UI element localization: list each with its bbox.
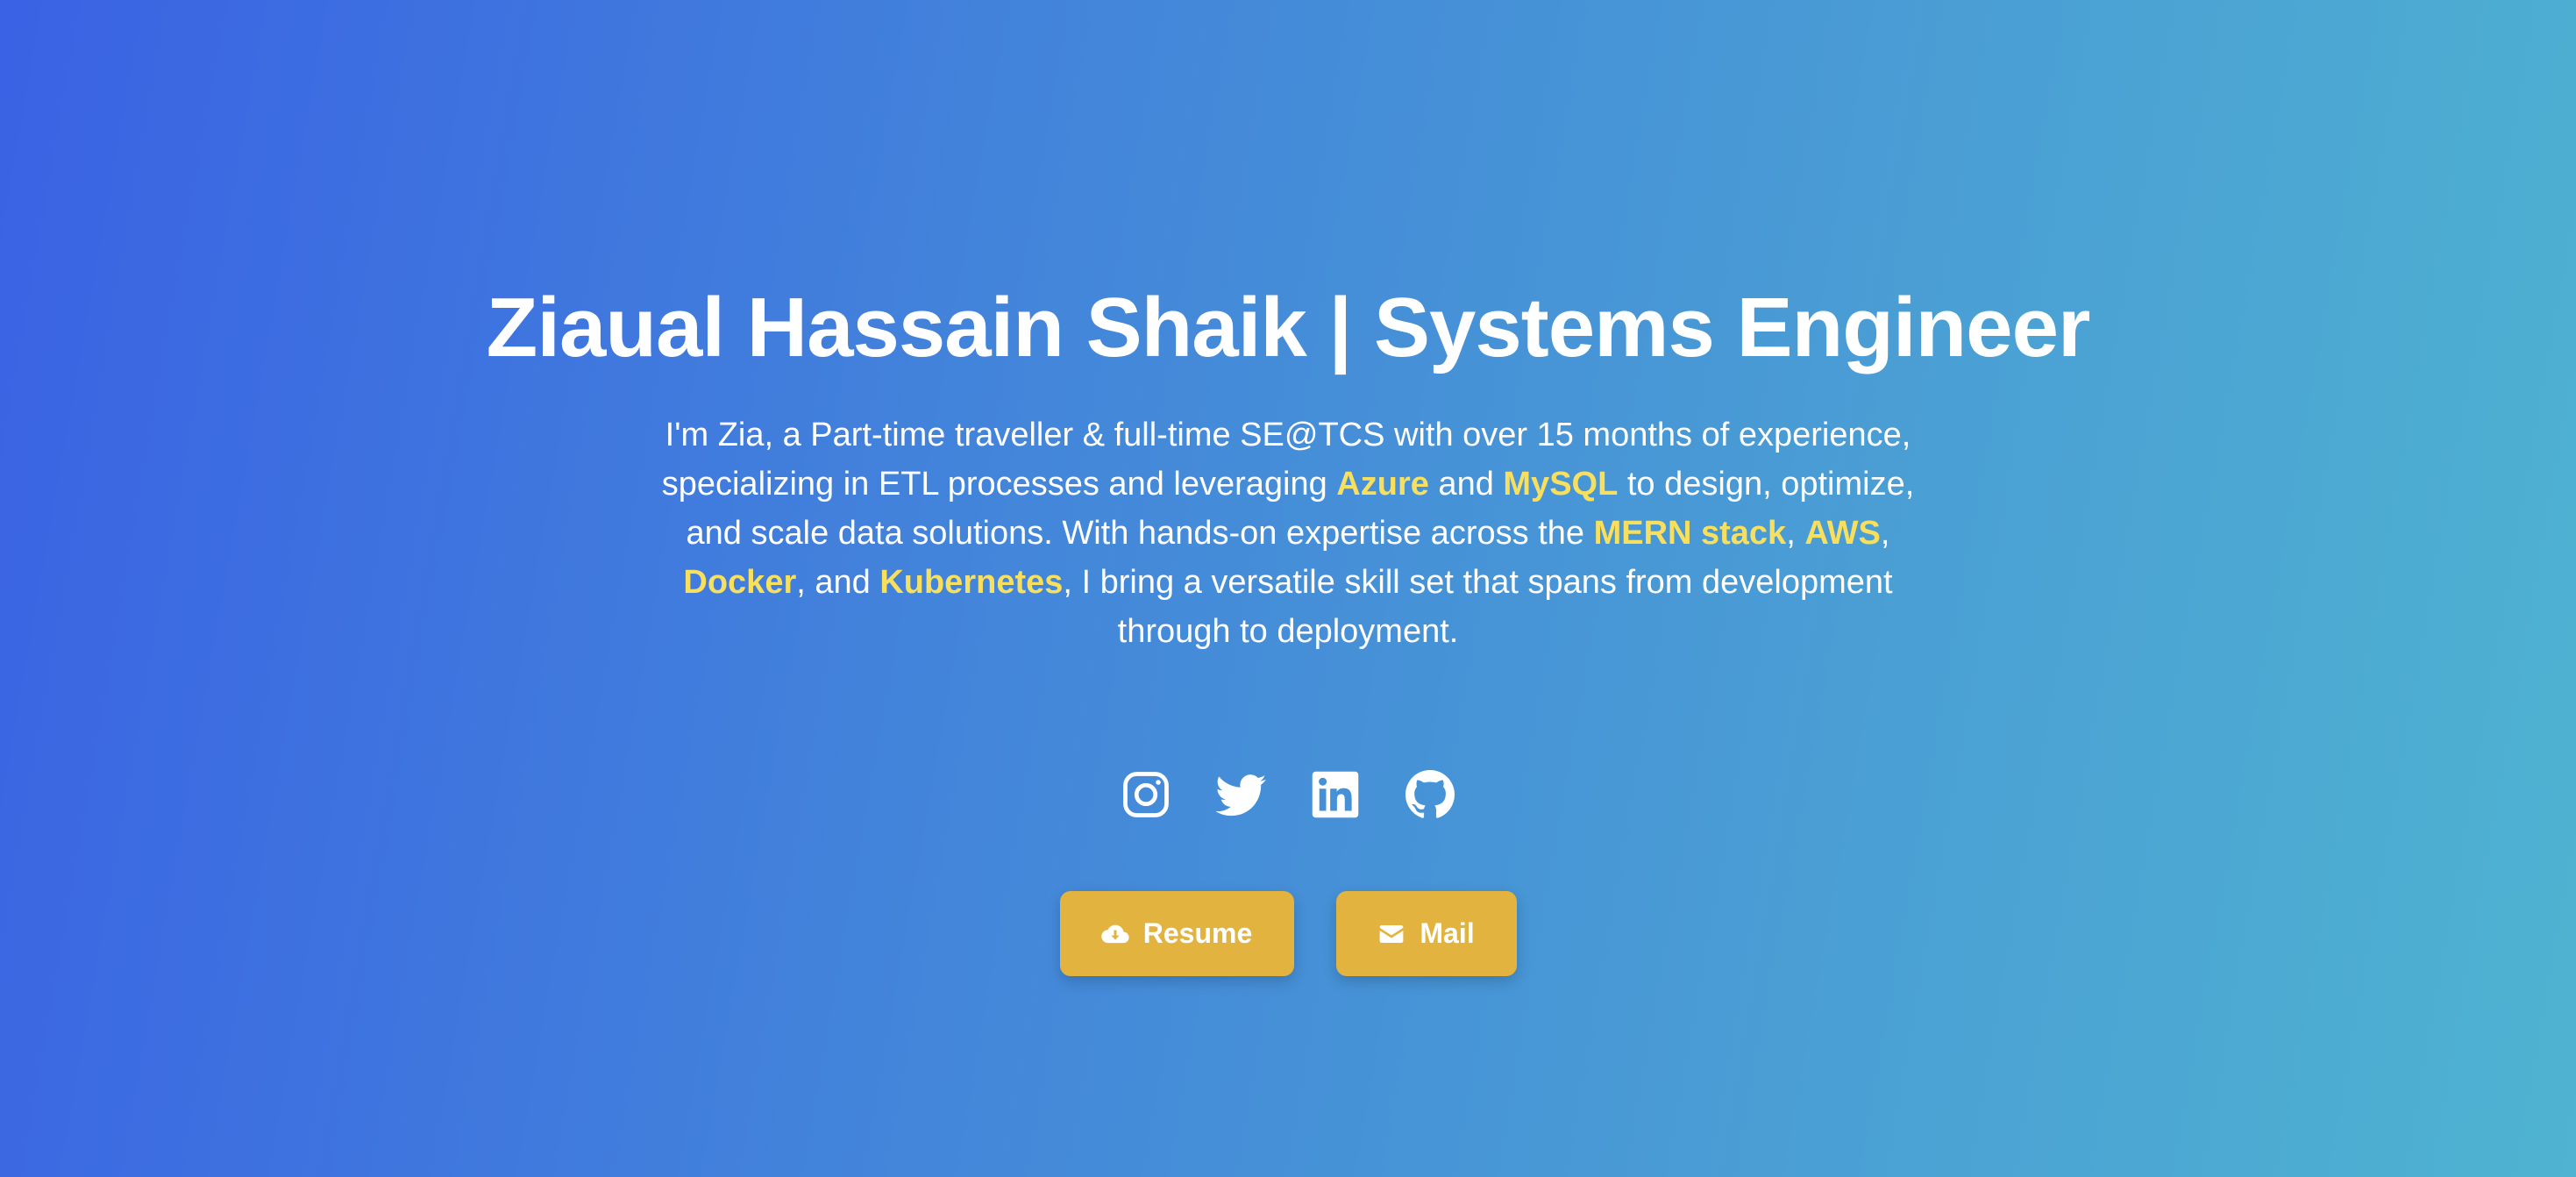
linkedin-link[interactable] — [1309, 768, 1362, 823]
twitter-link[interactable] — [1214, 768, 1267, 823]
page-title: Ziaual Hassain Shaik | Systems Engineer — [486, 281, 2091, 374]
description-text: and — [1428, 466, 1504, 503]
description-text: , I bring a versatile skill set that spa… — [1063, 564, 1893, 650]
github-icon — [1405, 770, 1455, 818]
linkedin-icon — [1312, 771, 1359, 818]
twitter-icon — [1215, 774, 1266, 817]
highlight-mern-stack: MERN stack — [1593, 515, 1787, 552]
description-text: , and — [796, 564, 880, 601]
action-buttons: Resume Mail — [0, 891, 2576, 976]
description-text: , — [1786, 515, 1805, 552]
highlight-docker: Docker — [683, 564, 797, 601]
instagram-icon — [1123, 772, 1169, 817]
github-link[interactable] — [1404, 768, 1456, 823]
hero-description: I'm Zia, a Part-time traveller & full-ti… — [630, 410, 1946, 656]
highlight-mysql: MySQL — [1503, 466, 1619, 503]
description-text: , — [1880, 515, 1890, 552]
resume-button[interactable]: Resume — [1059, 891, 1294, 976]
hero-section: Ziaual Hassain Shaik | Systems Engineer … — [0, 0, 2576, 1177]
highlight-aws: AWS — [1804, 515, 1881, 552]
resume-button-label: Resume — [1142, 917, 1253, 949]
mail-button[interactable]: Mail — [1335, 891, 1517, 976]
highlight-kubernetes: Kubernetes — [879, 564, 1064, 601]
envelope-icon — [1380, 924, 1404, 943]
cloud-download-icon — [1101, 924, 1129, 943]
instagram-link[interactable] — [1120, 768, 1172, 823]
social-links — [0, 768, 2576, 823]
mail-button-label: Mail — [1420, 917, 1475, 949]
highlight-azure: Azure — [1336, 466, 1429, 503]
